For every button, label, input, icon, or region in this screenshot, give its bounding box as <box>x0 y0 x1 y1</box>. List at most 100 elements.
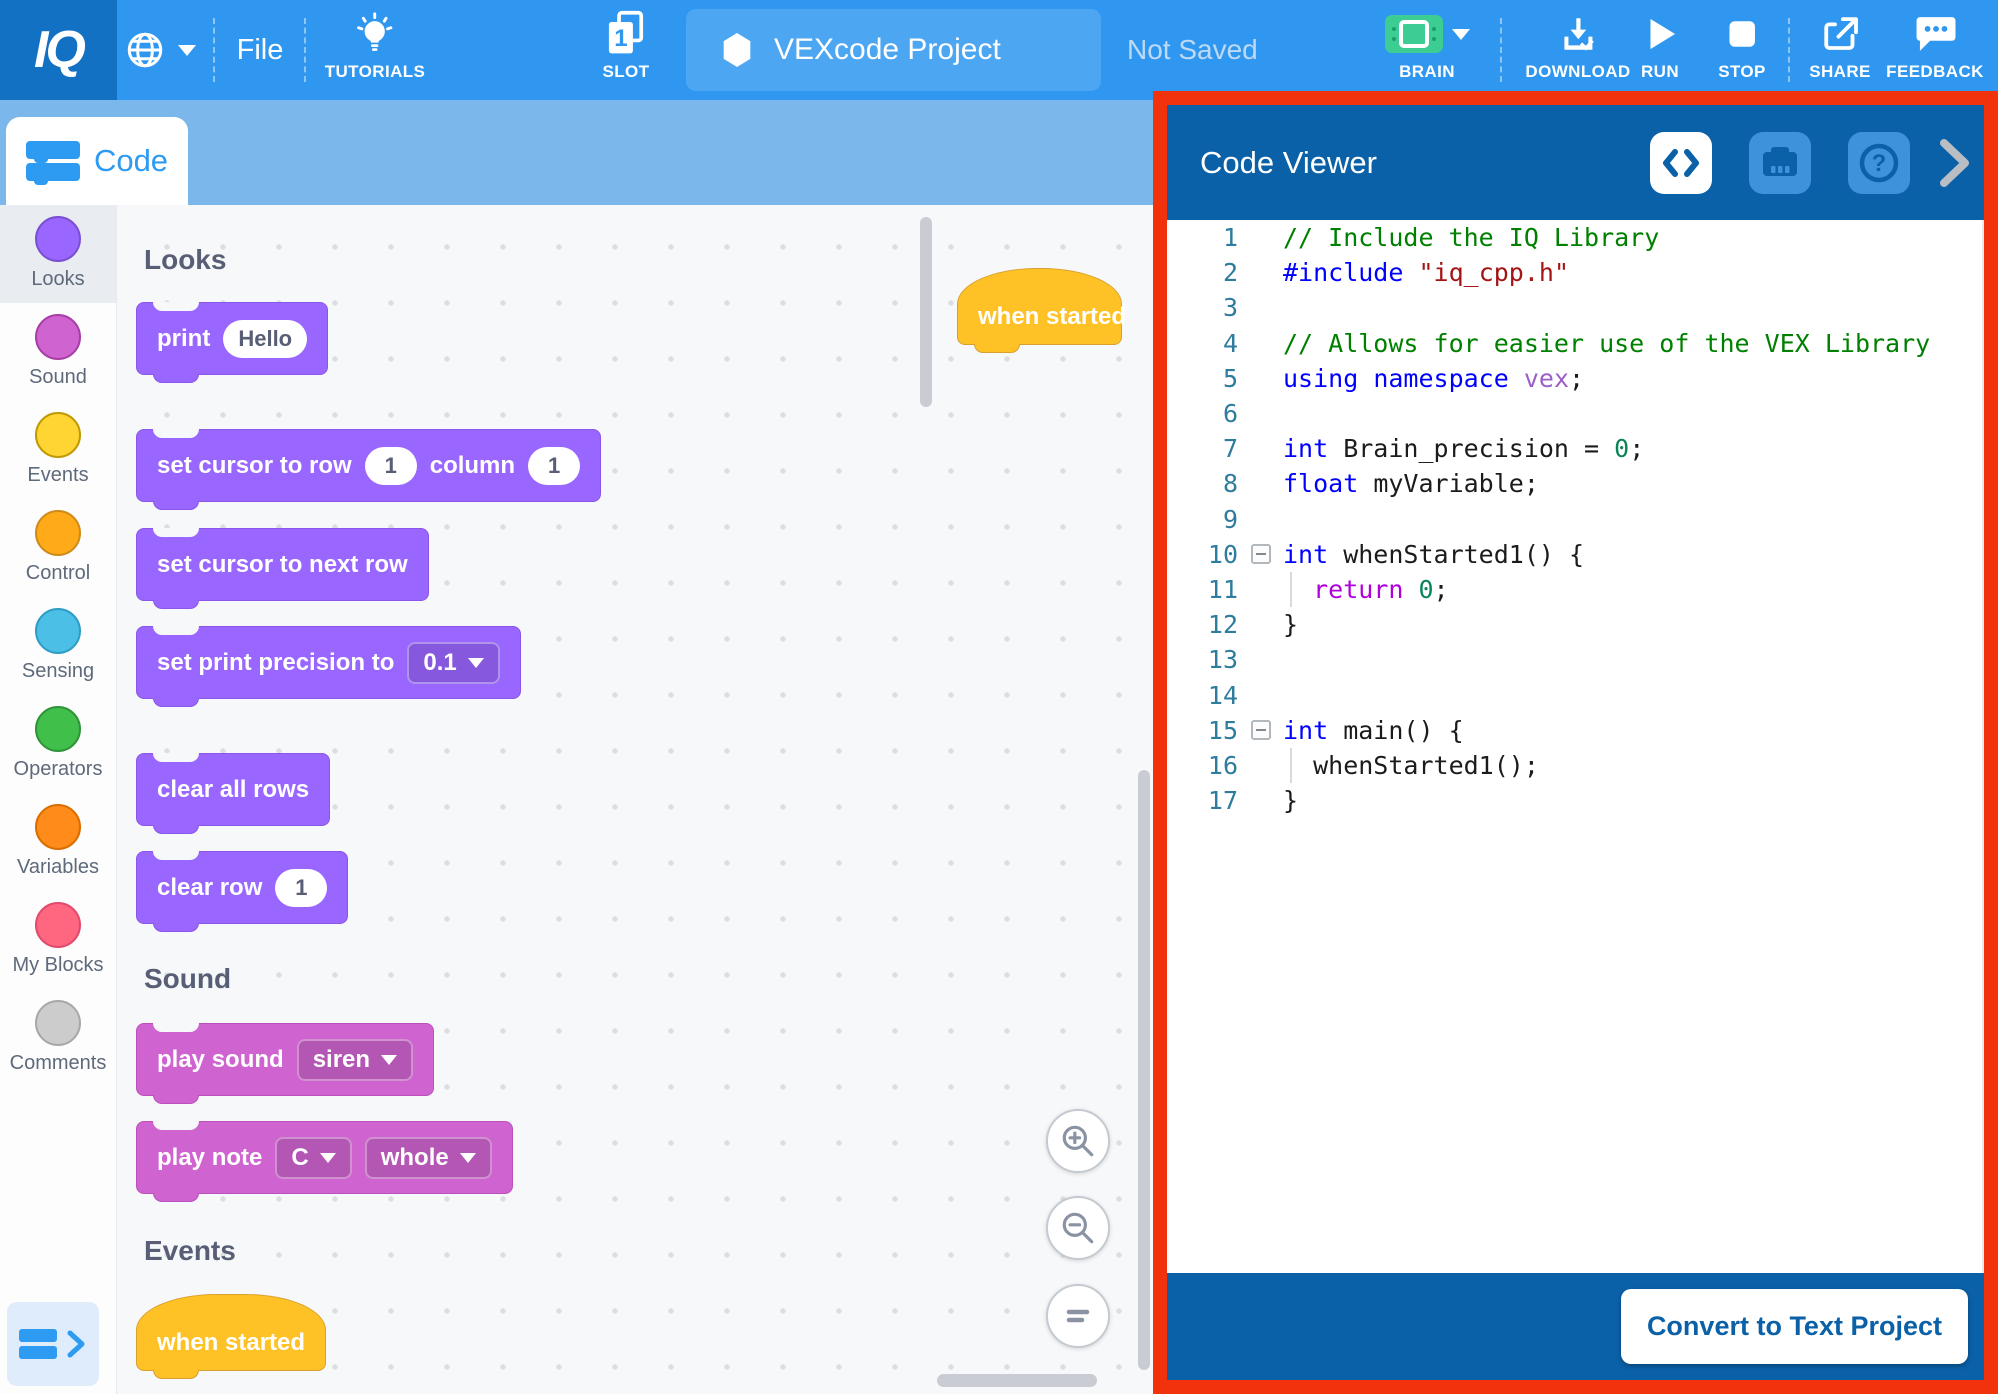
sidebar-item-sound[interactable]: Sound <box>0 303 116 401</box>
download-button[interactable]: DOWNLOAD <box>1525 0 1630 100</box>
brain-device-icon <box>1384 12 1444 56</box>
canvas-horizontal-scrollbar[interactable] <box>937 1374 1097 1387</box>
palette-block[interactable]: print Hello <box>136 302 328 375</box>
sidebar-item-variables[interactable]: Variables <box>0 793 116 891</box>
zoom-out-button[interactable] <box>1046 1196 1110 1260</box>
tutorials-button[interactable]: TUTORIALS <box>325 0 426 100</box>
category-label: Looks <box>31 268 84 291</box>
block-label: set print precision to <box>157 649 394 677</box>
zoom-reset-icon <box>1064 1302 1092 1330</box>
iq-logo[interactable]: IQ <box>0 0 117 100</box>
palette-block[interactable]: play sound siren <box>136 1023 434 1096</box>
category-color-dot <box>35 902 81 948</box>
line-number: 1 <box>1167 223 1238 252</box>
category-label: Sensing <box>22 660 94 683</box>
stop-button[interactable]: STOP <box>1718 0 1766 100</box>
line-number: 2 <box>1167 258 1238 287</box>
zoom-reset-button[interactable] <box>1046 1284 1110 1348</box>
category-color-dot <box>35 216 81 262</box>
sidebar-item-looks[interactable]: Looks <box>0 205 116 303</box>
palette-block[interactable]: when started <box>136 1294 326 1371</box>
palette-collapse-button[interactable] <box>7 1302 99 1386</box>
fold-toggle-icon[interactable] <box>1251 720 1271 740</box>
block-label: play sound <box>157 1046 284 1074</box>
share-button[interactable]: SHARE <box>1809 0 1871 100</box>
block-dropdown[interactable]: siren <box>297 1039 413 1081</box>
block-value-input[interactable]: 1 <box>528 447 580 485</box>
feedback-button[interactable]: FEEDBACK <box>1886 0 1984 100</box>
svg-text:?: ? <box>1872 150 1887 177</box>
code-viewer-footer: Convert to Text Project <box>1167 1273 1984 1380</box>
code-icon <box>1662 148 1700 178</box>
sidebar-item-comments[interactable]: Comments <box>0 989 116 1087</box>
sidebar-item-control[interactable]: Control <box>0 499 116 597</box>
sidebar-item-events[interactable]: Events <box>0 401 116 499</box>
palette-block[interactable]: set cursor to row1column1 <box>136 429 601 502</box>
tab-strip: Code <box>0 100 1153 205</box>
line-number: 16 <box>1167 751 1238 780</box>
code-line: 17} <box>1167 783 1982 818</box>
palette-scrollbar[interactable] <box>920 217 932 407</box>
top-toolbar: IQ File <box>0 0 1998 100</box>
block-dropdown[interactable]: whole <box>365 1137 492 1179</box>
line-number: 6 <box>1167 399 1238 428</box>
line-number: 7 <box>1167 434 1238 463</box>
chevron-down-icon <box>460 1153 476 1163</box>
palette-block[interactable]: set cursor to next row <box>136 528 429 601</box>
convert-to-text-button[interactable]: Convert to Text Project <box>1621 1289 1968 1364</box>
line-number: 4 <box>1167 329 1238 358</box>
palette-section-header: Events <box>144 1235 236 1267</box>
code-viewer-panel: Code Viewer ? <box>1153 91 1998 1394</box>
project-title[interactable]: VEXcode Project <box>686 9 1101 91</box>
slot-button[interactable]: 1 SLOT <box>603 0 650 100</box>
fold-toggle-icon[interactable] <box>1251 544 1271 564</box>
line-number: 17 <box>1167 786 1238 815</box>
hexagon-icon <box>722 33 752 67</box>
globe-icon <box>124 29 166 71</box>
palette-block[interactable]: clear all rows <box>136 753 330 826</box>
category-label: Variables <box>17 856 99 879</box>
palette-section-header: Looks <box>144 244 226 276</box>
chevron-right-icon <box>65 1329 87 1359</box>
line-number: 11 <box>1167 575 1238 604</box>
zoom-in-icon <box>1059 1122 1097 1160</box>
language-menu[interactable] <box>124 0 196 100</box>
sidebar-item-sensing[interactable]: Sensing <box>0 597 116 695</box>
block-value-input[interactable]: 1 <box>365 447 417 485</box>
file-menu[interactable]: File <box>237 0 284 100</box>
block-label: when started <box>157 1329 305 1357</box>
block-label: set cursor to row <box>157 452 352 480</box>
play-icon <box>1641 12 1679 56</box>
slot-icon: 1 <box>603 12 649 56</box>
category-color-dot <box>35 1000 81 1046</box>
palette-section-header: Sound <box>144 963 231 995</box>
block-label: print <box>157 325 210 353</box>
block-value-input[interactable]: 1 <box>275 869 327 907</box>
code-view-toggle-button[interactable] <box>1650 132 1712 194</box>
line-number: 3 <box>1167 293 1238 322</box>
palette-block[interactable]: clear row1 <box>136 851 348 924</box>
category-label: My Blocks <box>12 954 103 977</box>
category-label: Operators <box>14 758 103 781</box>
code-line: 4// Allows for easier use of the VEX Lib… <box>1167 326 1982 361</box>
run-button[interactable]: RUN <box>1641 0 1679 100</box>
brain-preview-button[interactable] <box>1749 132 1811 194</box>
palette-block[interactable]: set print precision to 0.1 <box>136 626 521 699</box>
brain-button[interactable]: BRAIN <box>1384 0 1470 100</box>
category-label: Sound <box>29 366 87 389</box>
code-editor[interactable]: 1// Include the IQ Library2#include "iq_… <box>1167 220 1984 1273</box>
block-value-input[interactable]: Hello <box>223 320 307 358</box>
chevron-down-icon <box>1452 29 1470 40</box>
sidebar-item-operators[interactable]: Operators <box>0 695 116 793</box>
line-number: 14 <box>1167 681 1238 710</box>
help-button[interactable]: ? <box>1848 132 1910 194</box>
collapse-panel-button[interactable] <box>1938 137 1970 189</box>
canvas-vertical-scrollbar[interactable] <box>1138 770 1150 1370</box>
tab-code[interactable]: Code <box>6 117 188 205</box>
palette-block[interactable]: play noteCwhole <box>136 1121 513 1194</box>
zoom-in-button[interactable] <box>1046 1109 1110 1173</box>
sidebar-item-my-blocks[interactable]: My Blocks <box>0 891 116 989</box>
block-dropdown[interactable]: 0.1 <box>407 642 499 684</box>
canvas-when-started-block[interactable]: when started <box>957 268 1122 345</box>
block-dropdown[interactable]: C <box>275 1137 351 1179</box>
